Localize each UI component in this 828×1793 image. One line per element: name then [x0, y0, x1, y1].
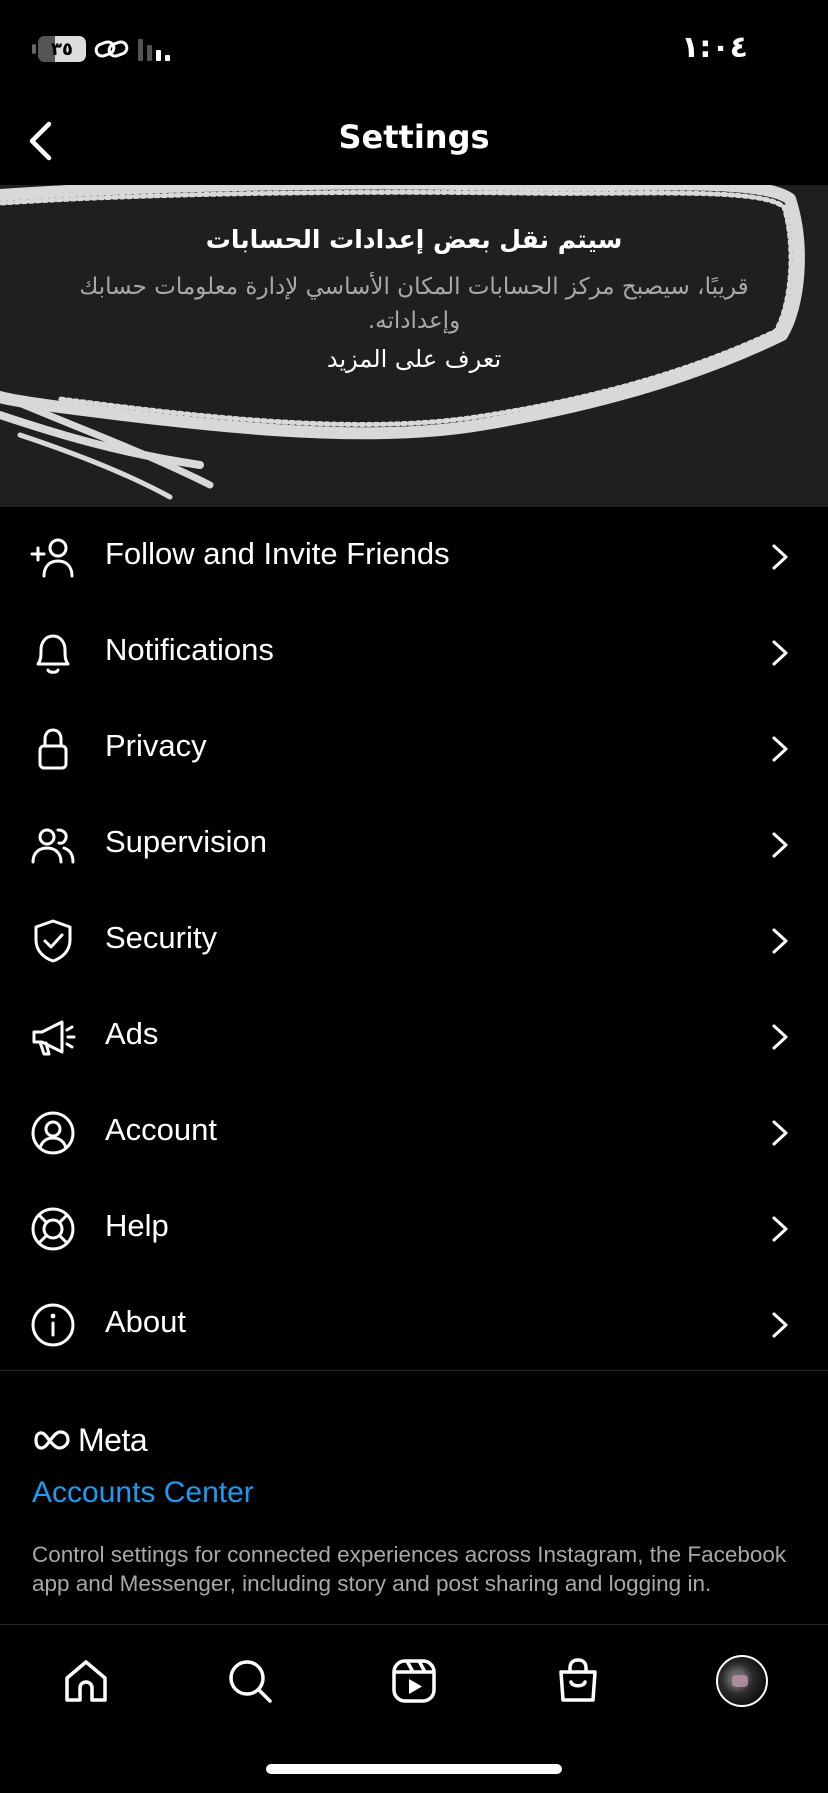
accounts-center-description: Control settings for connected experienc… — [32, 1542, 787, 1596]
menu-item-account[interactable]: Account — [0, 1084, 828, 1180]
menu-label: Follow and Invite Friends — [105, 536, 450, 571]
info-icon — [31, 1303, 75, 1347]
link-icon — [94, 40, 129, 58]
chevron-right-icon — [772, 544, 788, 570]
chevron-right-icon — [772, 1312, 788, 1338]
shopping-bag-icon — [559, 1658, 597, 1702]
menu-label: Account — [105, 1112, 218, 1147]
meta-infinity-icon — [34, 1430, 70, 1450]
page-title: Settings — [338, 118, 490, 156]
user-circle-icon — [31, 1111, 75, 1155]
menu-item-about[interactable]: About — [0, 1276, 828, 1372]
menu-label: Notifications — [105, 632, 274, 667]
menu-item-supervision[interactable]: Supervision — [0, 796, 828, 892]
accounts-center-link[interactable]: Accounts Center — [32, 1476, 254, 1510]
lock-icon — [38, 728, 68, 770]
settings-menu: Follow and Invite Friends Notifications … — [0, 508, 828, 1372]
home-icon — [65, 1660, 107, 1702]
tab-shop[interactable] — [550, 1653, 606, 1709]
menu-item-privacy[interactable]: Privacy — [0, 700, 828, 796]
people-icon — [31, 828, 75, 864]
banner-body: قريبًا، سيصبح مركز الحسابات المكان الأسا… — [79, 274, 749, 334]
menu-item-ads[interactable]: Ads — [0, 988, 828, 1084]
menu-label: About — [105, 1304, 187, 1339]
status-icons: ٣٥ — [32, 36, 172, 62]
battery-level: ٣٥ — [51, 38, 73, 60]
chevron-right-icon — [772, 1120, 788, 1146]
home-indicator — [266, 1764, 562, 1774]
menu-item-follow-invite[interactable]: Follow and Invite Friends — [0, 508, 828, 604]
add-person-icon — [30, 538, 74, 578]
menu-label: Security — [105, 920, 217, 955]
battery-icon: ٣٥ — [38, 36, 86, 62]
tab-profile[interactable] — [714, 1653, 770, 1709]
tab-reels[interactable] — [386, 1653, 442, 1709]
signal-icon — [138, 39, 170, 61]
tab-search[interactable] — [222, 1653, 278, 1709]
bell-icon — [36, 634, 70, 674]
banner-title: سيتم نقل بعض إعدادات الحسابات — [205, 225, 623, 254]
chevron-right-icon — [772, 1024, 788, 1050]
menu-item-notifications[interactable]: Notifications — [0, 604, 828, 700]
meta-wordmark: Meta — [78, 1421, 148, 1458]
accounts-notice-banner: سيتم نقل بعض إعدادات الحسابات قريبًا، سي… — [0, 185, 828, 507]
avatar — [716, 1655, 768, 1707]
chevron-right-icon — [772, 1216, 788, 1242]
menu-label: Help — [105, 1208, 169, 1243]
chevron-right-icon — [772, 736, 788, 762]
chevron-right-icon — [772, 832, 788, 858]
section-divider — [0, 1370, 828, 1371]
chevron-right-icon — [772, 928, 788, 954]
megaphone-icon — [32, 1020, 76, 1056]
chevron-right-icon — [772, 640, 788, 666]
search-icon — [229, 1660, 272, 1703]
menu-item-help[interactable]: Help — [0, 1180, 828, 1276]
tab-home[interactable] — [58, 1653, 114, 1709]
shield-icon — [34, 919, 72, 963]
reels-icon — [392, 1659, 436, 1703]
battery-tip — [32, 44, 36, 54]
learn-more-link[interactable]: تعرف على المزيد — [0, 345, 828, 373]
menu-label: Supervision — [105, 824, 267, 859]
menu-item-security[interactable]: Security — [0, 892, 828, 988]
menu-label: Privacy — [105, 728, 207, 763]
lifebuoy-icon — [31, 1207, 75, 1251]
meta-logo: Meta — [32, 1421, 148, 1458]
status-time: ١:٠٤ — [681, 30, 748, 65]
menu-label: Ads — [105, 1016, 159, 1051]
